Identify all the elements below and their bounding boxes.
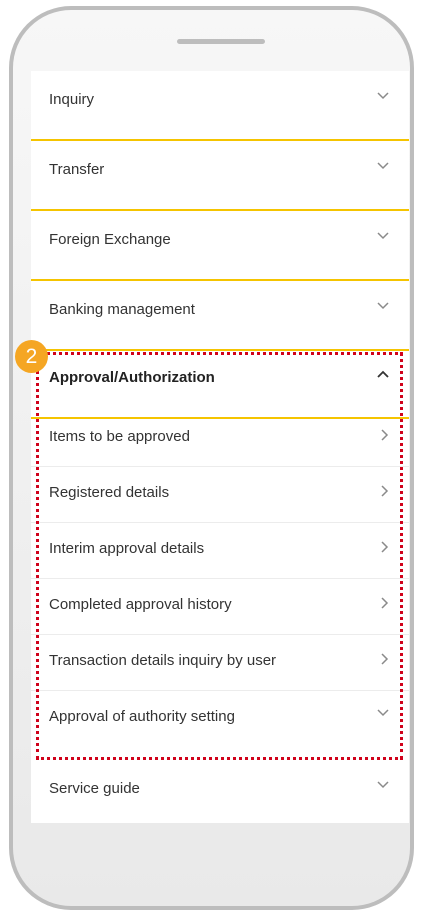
menu-item-approval-authorization[interactable]: Approval/Authorization — [31, 349, 409, 419]
menu-item-banking-management[interactable]: Banking management — [31, 281, 409, 351]
submenu-registered-details[interactable]: Registered details — [31, 467, 409, 523]
chevron-right-icon — [381, 653, 389, 665]
chevron-down-icon — [377, 92, 389, 100]
submenu-item-label: Transaction details inquiry by user — [49, 652, 277, 669]
chevron-up-icon — [377, 370, 389, 378]
menu-item-label: Foreign Exchange — [49, 231, 171, 248]
submenu-transaction-details-inquiry[interactable]: Transaction details inquiry by user — [31, 635, 409, 691]
chevron-down-icon — [377, 781, 389, 789]
submenu-item-label: Registered details — [49, 484, 170, 501]
menu-item-label: Approval/Authorization — [49, 369, 215, 386]
submenu-completed-approval-history[interactable]: Completed approval history — [31, 579, 409, 635]
chevron-right-icon — [381, 597, 389, 609]
chevron-right-icon — [381, 541, 389, 553]
menu-item-service-guide[interactable]: Service guide — [31, 763, 409, 819]
menu-item-label: Transfer — [49, 161, 105, 178]
step-badge: 2 — [15, 340, 48, 373]
chevron-down-icon — [377, 232, 389, 240]
menu-item-inquiry[interactable]: Inquiry — [31, 71, 409, 141]
submenu-interim-approval-details[interactable]: Interim approval details — [31, 523, 409, 579]
chevron-right-icon — [381, 485, 389, 497]
menu-screen: Inquiry Transfer Foreign Exchange Bankin… — [31, 71, 409, 823]
chevron-right-icon — [381, 429, 389, 441]
menu-item-label: Inquiry — [49, 91, 95, 108]
submenu-item-label: Approval of authority setting — [49, 708, 235, 725]
submenu-item-label: Interim approval details — [49, 540, 205, 557]
chevron-down-icon — [377, 162, 389, 170]
menu-item-transfer[interactable]: Transfer — [31, 141, 409, 211]
menu-item-foreign-exchange[interactable]: Foreign Exchange — [31, 211, 409, 281]
submenu-approval-of-authority-setting[interactable]: Approval of authority setting — [31, 691, 409, 747]
menu-item-label: Service guide — [49, 780, 140, 797]
submenu-items-to-be-approved[interactable]: Items to be approved — [31, 411, 409, 467]
menu-item-label: Banking management — [49, 301, 195, 318]
chevron-down-icon — [377, 709, 389, 717]
chevron-down-icon — [377, 302, 389, 310]
submenu-item-label: Completed approval history — [49, 596, 232, 613]
submenu-item-label: Items to be approved — [49, 428, 190, 445]
phone-speaker — [177, 39, 265, 44]
